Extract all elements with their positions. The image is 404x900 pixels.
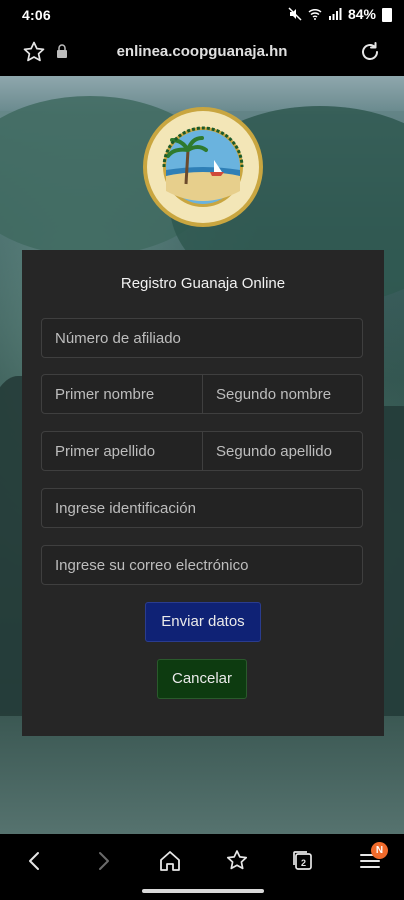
browser-url-bar: enlinea.coopguanaja.hn <box>0 30 404 76</box>
afiliado-field[interactable] <box>41 318 363 358</box>
identificacion-input[interactable] <box>42 489 362 527</box>
primer-nombre-input[interactable] <box>42 375 202 413</box>
registration-panel: Registro Guanaja Online Enviar datos Can… <box>22 250 384 736</box>
enviar-datos-button[interactable]: Enviar datos <box>145 602 261 642</box>
notification-badge: N <box>371 842 388 859</box>
home-indicator[interactable] <box>142 889 264 893</box>
segundo-apellido-input[interactable] <box>203 432 364 470</box>
afiliado-input[interactable] <box>42 319 362 357</box>
cancelar-button[interactable]: Cancelar <box>157 659 247 699</box>
apellidos-group <box>41 431 364 471</box>
nombres-group <box>41 374 364 414</box>
bookmarks-icon[interactable] <box>224 848 250 874</box>
battery-percent: 84% <box>347 6 376 22</box>
primer-apellido-field[interactable] <box>42 432 203 470</box>
segundo-apellido-field[interactable] <box>203 432 364 470</box>
signal-icon <box>328 8 342 20</box>
mute-icon <box>288 7 302 21</box>
identificacion-field[interactable] <box>41 488 363 528</box>
home-icon[interactable] <box>157 848 183 874</box>
cooperative-logo <box>143 107 263 227</box>
correo-field[interactable] <box>41 545 363 585</box>
segundo-nombre-input[interactable] <box>203 375 364 413</box>
panel-title: Registro Guanaja Online <box>120 275 286 292</box>
svg-text:2: 2 <box>301 858 306 868</box>
wifi-icon <box>308 8 322 20</box>
tabs-icon[interactable]: 2 <box>290 848 316 874</box>
url-text[interactable]: enlinea.coopguanaja.hn <box>0 43 404 60</box>
reload-icon[interactable] <box>358 40 382 64</box>
status-bar: 4:06 84% <box>0 0 404 30</box>
primer-apellido-input[interactable] <box>42 432 202 470</box>
correo-input[interactable] <box>42 546 362 584</box>
battery-icon <box>382 8 392 22</box>
back-icon[interactable] <box>22 848 48 874</box>
forward-icon[interactable] <box>90 848 116 874</box>
status-time: 4:06 <box>22 7 51 23</box>
primer-nombre-field[interactable] <box>42 375 203 413</box>
status-icons: 84% <box>288 6 392 22</box>
segundo-nombre-field[interactable] <box>203 375 364 413</box>
